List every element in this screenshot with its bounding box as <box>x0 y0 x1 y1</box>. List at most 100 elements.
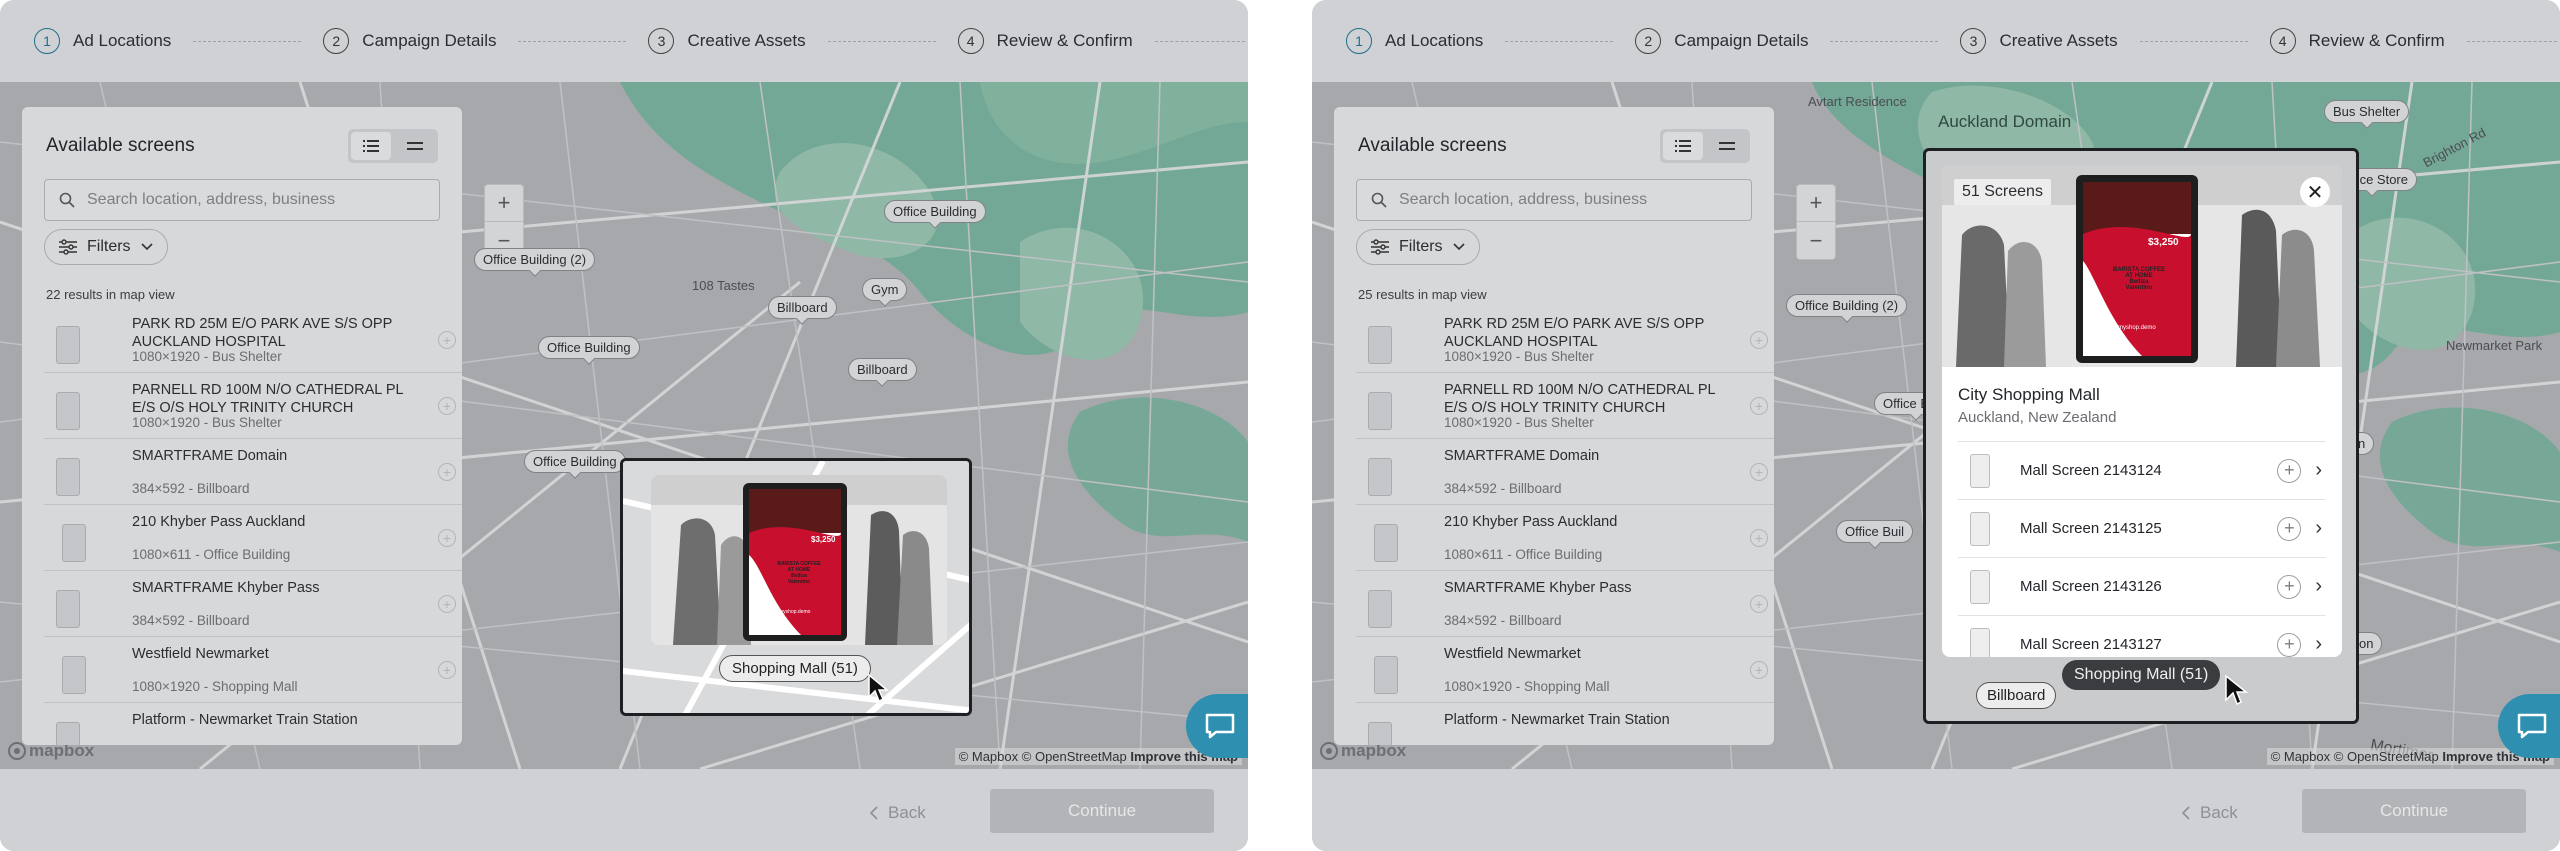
list-item-name: Westfield Newmarket <box>132 646 269 662</box>
screens-sidebar: Available screens Filters 22 results in … <box>22 107 462 745</box>
add-icon[interactable]: + <box>1750 463 1768 481</box>
list-item[interactable]: SMARTFRAME Khyber Pass 384×592 - Billboar… <box>1356 571 1774 637</box>
step-review-confirm[interactable]: 4 Review & Confirm <box>2269 27 2560 55</box>
list-item[interactable]: Westfield Newmarket 1080×1920 - Shopping … <box>1356 637 1774 703</box>
list-item[interactable]: SMARTFRAME Domain 384×592 - Billboard + <box>1356 439 1774 505</box>
step-creative-assets[interactable]: 3 Creative Assets <box>648 27 957 55</box>
add-icon[interactable]: + <box>2277 458 2302 483</box>
back-button[interactable]: Back <box>2182 793 2238 833</box>
list-item[interactable]: PARK RD 25M E/O PARK AVE S/S OPP AUCKLAN… <box>1356 307 1774 373</box>
shopping-mall-marker[interactable]: Shopping Mall (51) <box>719 655 871 682</box>
screen-row[interactable]: Mall Screen 2143125 + › <box>1958 499 2326 557</box>
add-icon[interactable]: + <box>1750 331 1768 349</box>
list-item[interactable]: SMARTFRAME Domain 384×592 - Billboard + <box>44 439 462 505</box>
chevron-right-icon[interactable]: › <box>2315 517 2322 540</box>
map-marker-office-building[interactable]: Office Building <box>524 450 626 473</box>
list-item[interactable]: PARNELL RD 100M N/O CATHEDRAL PL E/S O/S… <box>1356 373 1774 439</box>
map-marker-office-building[interactable]: Office Building <box>884 200 986 223</box>
view-toggle <box>348 129 438 163</box>
list-item[interactable]: Platform - Newmarket Train Station <box>1356 703 1774 745</box>
step-label: Campaign Details <box>1674 31 1809 50</box>
list-item-name: Platform - Newmarket Train Station <box>1444 712 1670 728</box>
map-marker-billboard[interactable]: Billboard <box>768 296 837 319</box>
step-campaign-details[interactable]: 2 Campaign Details <box>323 27 648 55</box>
zoom-in-button[interactable]: + <box>485 185 523 222</box>
list-item-name: SMARTFRAME Domain <box>132 448 288 464</box>
location-title: City Shopping Mall <box>1958 385 2100 404</box>
back-button[interactable]: Back <box>870 793 926 833</box>
chevron-right-icon[interactable]: › <box>2315 575 2322 598</box>
zoom-in-button[interactable]: + <box>1797 185 1835 222</box>
screen-thumbnail <box>1369 653 1398 694</box>
compact-view-button[interactable] <box>395 132 435 160</box>
add-icon[interactable]: + <box>438 529 456 547</box>
list-item[interactable]: Platform - Newmarket Train Station <box>44 703 462 745</box>
filters-button[interactable]: Filters <box>1356 229 1480 265</box>
attribution-osm[interactable]: © OpenStreetMap <box>1022 749 1127 764</box>
add-icon[interactable]: + <box>2277 632 2302 657</box>
map-marker-billboard[interactable]: Billboard <box>848 358 917 381</box>
results-count: 22 results in map view <box>46 287 175 302</box>
screen-thumbnail <box>56 590 80 628</box>
step-creative-assets[interactable]: 3 Creative Assets <box>1960 27 2269 55</box>
list-view-button[interactable] <box>1663 132 1703 160</box>
search-input[interactable] <box>87 191 407 209</box>
search-input[interactable] <box>1399 191 1719 209</box>
shopping-mall-marker-selected[interactable]: Shopping Mall (51) <box>2062 660 2221 690</box>
list-item[interactable]: SMARTFRAME Khyber Pass 384×592 - Billboar… <box>44 571 462 637</box>
add-icon[interactable]: + <box>1750 529 1768 547</box>
chevron-right-icon[interactable]: › <box>2315 633 2322 656</box>
add-icon[interactable]: + <box>2277 574 2302 599</box>
step-ad-locations[interactable]: 1 Ad Locations <box>1346 27 1635 55</box>
list-item-name: PARNELL RD 100M N/O CATHEDRAL PL E/S O/S… <box>1444 382 1716 416</box>
attribution-mapbox[interactable]: © Mapbox <box>2271 749 2330 764</box>
mapbox-logo-icon <box>8 742 26 760</box>
map-marker-office-building-2[interactable]: Office Building (2) <box>474 248 596 271</box>
step-number: 4 <box>2269 28 2296 54</box>
list-item[interactable]: 210 Khyber Pass Auckland 1080×611 - Offic… <box>1356 505 1774 571</box>
add-icon[interactable]: + <box>438 661 456 679</box>
attribution-osm[interactable]: © OpenStreetMap <box>2334 749 2439 764</box>
add-icon[interactable]: + <box>438 595 456 613</box>
screen-row[interactable]: Mall Screen 2143127 + › <box>1958 615 2326 657</box>
add-icon[interactable]: + <box>438 331 456 349</box>
screen-row[interactable]: Mall Screen 2143124 + › <box>1958 441 2326 499</box>
map-marker-billboard[interactable]: Billboard <box>1976 682 2057 709</box>
screen-row[interactable]: Mall Screen 2143126 + › <box>1958 557 2326 615</box>
continue-button[interactable]: Continue <box>2302 789 2526 833</box>
footer: Back Continue <box>0 769 1248 851</box>
list-item[interactable]: PARK RD 25M E/O PARK AVE S/S OPP AUCKLAN… <box>44 307 462 373</box>
close-button[interactable]: ✕ <box>2300 177 2330 207</box>
list-item[interactable]: 210 Khyber Pass Auckland 1080×611 - Offic… <box>44 505 462 571</box>
attribution-mapbox[interactable]: © Mapbox <box>959 749 1018 764</box>
list-item-meta: 1080×1920 - Shopping Mall <box>1444 679 1610 694</box>
list-item[interactable]: Westfield Newmarket 1080×1920 - Shopping … <box>44 637 462 703</box>
step-number: 1 <box>34 28 60 54</box>
marker-hover-preview[interactable]: $3,250 BARISTA COFFEE AT HOME Belliza Va… <box>620 458 972 716</box>
chat-button[interactable] <box>2498 694 2560 758</box>
map-marker-office-building[interactable]: Office Building <box>538 336 640 359</box>
step-connector <box>1154 40 1245 42</box>
compact-view-button[interactable] <box>1707 132 1747 160</box>
add-icon[interactable]: + <box>1750 661 1768 679</box>
chevron-right-icon[interactable]: › <box>2315 459 2322 482</box>
list-view-button[interactable] <box>351 132 391 160</box>
add-icon[interactable]: + <box>1750 595 1768 613</box>
step-ad-locations[interactable]: 1 Ad Locations <box>34 27 323 55</box>
chat-button[interactable] <box>1186 694 1248 758</box>
add-icon[interactable]: + <box>2277 516 2302 541</box>
map-marker-bus-shelter[interactable]: Bus Shelter <box>2324 100 2410 123</box>
add-icon[interactable]: + <box>1750 397 1768 415</box>
filters-button[interactable]: Filters <box>44 229 168 265</box>
step-review-confirm[interactable]: 4 Review & Confirm <box>957 27 1248 55</box>
map-marker-office-building-2[interactable]: Office Building (2) <box>1786 294 1908 317</box>
zoom-out-button[interactable]: − <box>1797 222 1835 259</box>
list-item[interactable]: PARNELL RD 100M N/O CATHEDRAL PL E/S O/S… <box>44 373 462 439</box>
add-icon[interactable]: + <box>438 463 456 481</box>
add-icon[interactable]: + <box>438 397 456 415</box>
map-marker-gym[interactable]: Gym <box>862 278 908 301</box>
continue-button[interactable]: Continue <box>990 789 1214 833</box>
map-marker-office-building[interactable]: Office Buil <box>1836 520 1914 543</box>
step-campaign-details[interactable]: 2 Campaign Details <box>1635 27 1960 55</box>
step-connector <box>1505 40 1614 42</box>
